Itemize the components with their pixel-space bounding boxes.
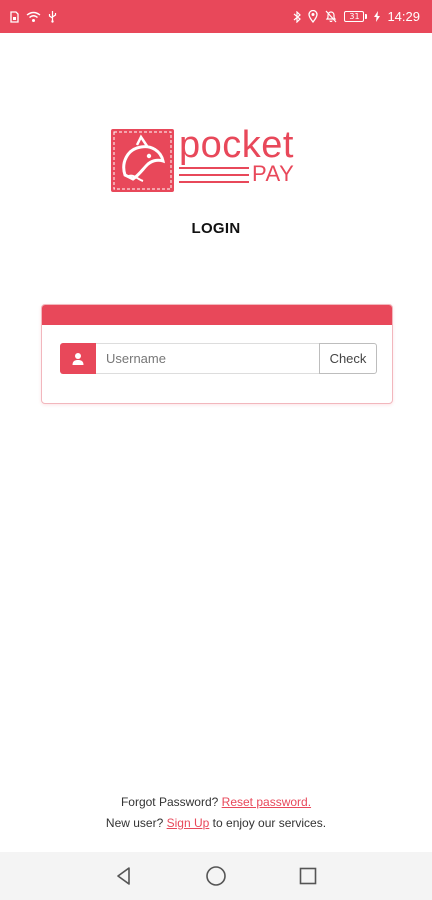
- forgot-password-text: Forgot Password?: [120, 795, 219, 809]
- bluetooth-icon: [293, 10, 302, 23]
- username-input-group: Check: [60, 343, 377, 374]
- login-card: Check: [41, 304, 393, 404]
- page-title: LOGIN: [191, 220, 241, 237]
- username-input[interactable]: [96, 343, 319, 374]
- pocketpay-logo: pocket PAY: [111, 124, 295, 193]
- services-text: to enjoy our services.: [212, 816, 327, 830]
- status-left-icons: [10, 10, 57, 23]
- usb-icon: [48, 10, 57, 23]
- recents-icon[interactable]: [293, 861, 323, 891]
- home-icon[interactable]: [201, 861, 231, 891]
- logo-lines: [179, 167, 249, 188]
- check-button[interactable]: Check: [319, 343, 377, 374]
- logo-badge: [111, 129, 174, 192]
- mute-icon: [325, 10, 337, 23]
- status-time: 14:29: [387, 9, 420, 24]
- sim-icon: [10, 10, 19, 23]
- status-right-icons: 31 14:29: [293, 9, 420, 24]
- charging-icon: [374, 11, 381, 22]
- new-user-text: New user?: [105, 816, 164, 830]
- forgot-password-line: Forgot Password? Reset password.: [0, 795, 432, 809]
- pig-icon: [113, 131, 172, 190]
- location-icon: [308, 10, 319, 23]
- reset-password-link[interactable]: Reset password.: [222, 795, 311, 809]
- logo-pay: PAY: [252, 161, 295, 186]
- battery-level: 31: [344, 11, 365, 22]
- navigation-bar: [0, 852, 432, 900]
- status-bar: 31 14:29: [0, 0, 432, 33]
- battery-icon: 31: [344, 11, 368, 22]
- user-icon: [60, 343, 96, 374]
- signup-line: New user? Sign Up to enjoy our services.: [0, 816, 432, 830]
- back-icon[interactable]: [109, 861, 139, 891]
- sign-up-link[interactable]: Sign Up: [167, 816, 210, 830]
- card-header: [42, 305, 392, 325]
- wifi-icon: [26, 11, 41, 23]
